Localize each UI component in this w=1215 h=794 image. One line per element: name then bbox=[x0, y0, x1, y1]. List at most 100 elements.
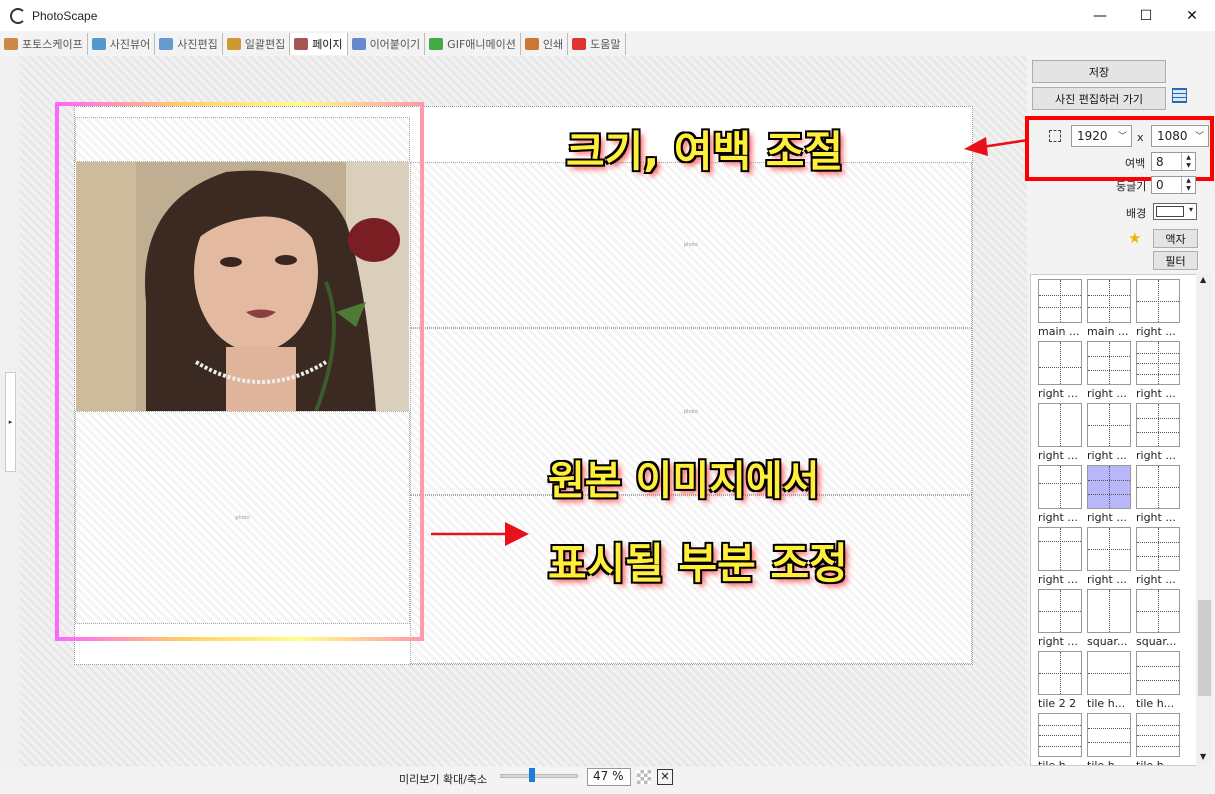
template-divider bbox=[1158, 590, 1159, 632]
annotation-size-margin: 크기, 여백 조절 bbox=[566, 127, 844, 176]
template-item[interactable]: main ... bbox=[1087, 279, 1133, 338]
maximize-button[interactable]: ☐ bbox=[1123, 0, 1169, 31]
fit-screen-icon[interactable]: ✕ bbox=[657, 769, 673, 785]
template-item[interactable]: tile h... bbox=[1087, 651, 1133, 710]
spinner-arrows-icon[interactable]: ▲ ▼ bbox=[1181, 177, 1195, 193]
template-thumbnail bbox=[1087, 713, 1131, 757]
template-item[interactable]: right ... bbox=[1087, 527, 1133, 586]
template-item[interactable]: main ... bbox=[1038, 279, 1084, 338]
selected-cell-frame[interactable] bbox=[55, 102, 424, 641]
template-label: right ... bbox=[1038, 387, 1078, 400]
annotation-line2: 표시될 부분 조정 bbox=[548, 539, 848, 588]
template-item[interactable]: right ... bbox=[1038, 465, 1084, 524]
template-item[interactable]: right ... bbox=[1087, 341, 1133, 400]
template-label: main ... bbox=[1087, 325, 1129, 338]
zoom-slider-track[interactable] bbox=[500, 774, 578, 778]
template-item[interactable]: right ... bbox=[1038, 589, 1084, 648]
round-spinner[interactable]: 0 ▲ ▼ bbox=[1151, 176, 1196, 194]
height-select[interactable]: 1080 ﹀ bbox=[1151, 125, 1209, 147]
template-item[interactable]: right ... bbox=[1038, 403, 1084, 462]
zoom-value: 47 % bbox=[587, 768, 631, 786]
page-size-icon bbox=[1049, 130, 1061, 142]
template-item[interactable]: right ... bbox=[1136, 527, 1182, 586]
tab-1[interactable]: 사진뷰어 bbox=[88, 32, 156, 55]
cell-placeholder: photo bbox=[683, 408, 699, 415]
close-button[interactable]: ✕ bbox=[1169, 0, 1215, 31]
title-bar: PhotoScape — ☐ ✕ bbox=[0, 0, 1215, 31]
save-button[interactable]: 저장 bbox=[1032, 60, 1166, 83]
template-divider bbox=[1039, 724, 1081, 726]
tab-label: 사진뷰어 bbox=[109, 37, 151, 51]
template-scrollbar-thumb[interactable] bbox=[1198, 600, 1211, 696]
scroll-down-icon[interactable]: ▼ bbox=[1200, 752, 1206, 761]
template-divider bbox=[1060, 280, 1061, 322]
template-label: main ... bbox=[1038, 325, 1080, 338]
template-item[interactable]: tile h... bbox=[1136, 651, 1182, 710]
template-label: right ... bbox=[1136, 573, 1176, 586]
filter-button[interactable]: 필터 bbox=[1153, 251, 1198, 270]
tab-icon bbox=[91, 37, 106, 50]
tab-8[interactable]: 도움말 bbox=[568, 32, 626, 55]
template-divider bbox=[1137, 555, 1179, 557]
tab-label: GIF애니메이션 bbox=[447, 37, 516, 51]
template-item[interactable]: tile h... bbox=[1038, 713, 1084, 765]
chevron-down-icon: ﹀ bbox=[1117, 132, 1127, 142]
template-item[interactable]: squar... bbox=[1136, 589, 1182, 648]
annotation-line1: 원본 이미지에서 bbox=[548, 458, 820, 504]
template-item[interactable]: right ... bbox=[1087, 403, 1133, 462]
template-divider bbox=[1060, 404, 1061, 446]
template-label: right ... bbox=[1038, 573, 1078, 586]
template-thumbnail bbox=[1038, 279, 1082, 323]
template-divider bbox=[1060, 342, 1061, 384]
tab-6[interactable]: GIF애니메이션 bbox=[425, 32, 521, 55]
margin-spinner[interactable]: 8 ▲ ▼ bbox=[1151, 152, 1196, 171]
transparency-grid-icon[interactable] bbox=[637, 770, 651, 784]
minimize-button[interactable]: — bbox=[1077, 0, 1123, 31]
zoom-label: 미리보기 확대/축소 bbox=[399, 773, 488, 786]
template-item[interactable]: right ... bbox=[1087, 465, 1133, 524]
tab-7[interactable]: 인쇄 bbox=[521, 32, 569, 55]
spinner-arrows-icon[interactable]: ▲ ▼ bbox=[1181, 153, 1195, 170]
width-select[interactable]: 1920 ﹀ bbox=[1071, 125, 1132, 147]
template-item[interactable]: right ... bbox=[1136, 341, 1182, 400]
tab-3[interactable]: 일괄편집 bbox=[223, 32, 291, 55]
template-list: main ... main ... right ... right ... right … bbox=[1030, 274, 1213, 766]
template-item[interactable]: tile h... bbox=[1136, 713, 1182, 765]
photo-cell-right-1[interactable]: photo bbox=[410, 162, 972, 328]
tab-label: 포토스케이프 bbox=[22, 37, 83, 51]
template-item[interactable]: right ... bbox=[1038, 341, 1084, 400]
template-label: right ... bbox=[1136, 325, 1176, 338]
dropdown-arrow-icon: ▾ bbox=[1188, 205, 1193, 214]
tab-0[interactable]: 포토스케이프 bbox=[0, 32, 88, 55]
template-item[interactable]: right ... bbox=[1136, 465, 1182, 524]
template-label: right ... bbox=[1038, 449, 1078, 462]
template-item[interactable]: squar... bbox=[1087, 589, 1133, 648]
frame-button[interactable]: 액자 bbox=[1153, 229, 1198, 248]
scroll-up-icon[interactable]: ▲ bbox=[1200, 275, 1206, 284]
size-separator: x bbox=[1137, 131, 1144, 144]
template-item[interactable]: tile 2 2 bbox=[1038, 651, 1084, 710]
template-divider bbox=[1060, 528, 1061, 570]
tab-label: 인쇄 bbox=[542, 37, 564, 51]
template-thumbnail bbox=[1038, 465, 1082, 509]
tab-4[interactable]: 페이지 bbox=[290, 32, 348, 55]
template-label: right ... bbox=[1087, 573, 1127, 586]
zoom-slider-thumb[interactable] bbox=[528, 768, 535, 782]
template-item[interactable]: right ... bbox=[1136, 403, 1182, 462]
template-divider bbox=[1039, 735, 1081, 736]
star-icon: ★ bbox=[1128, 229, 1142, 247]
color-swatch bbox=[1156, 206, 1184, 217]
tab-2[interactable]: 사진편집 bbox=[155, 32, 223, 55]
template-divider bbox=[1088, 479, 1130, 481]
go-to-photo-edit-button[interactable]: 사진 편집하러 가기 bbox=[1032, 87, 1166, 110]
tab-icon bbox=[4, 37, 18, 50]
template-item[interactable]: right ... bbox=[1038, 527, 1084, 586]
tab-icon bbox=[572, 37, 587, 50]
layout-list-icon[interactable] bbox=[1172, 88, 1187, 103]
left-panel-toggle[interactable]: ▸ bbox=[5, 372, 16, 472]
tab-5[interactable]: 이어붙이기 bbox=[348, 32, 426, 55]
template-label: squar... bbox=[1136, 635, 1177, 648]
background-color-picker[interactable]: ▾ bbox=[1153, 203, 1197, 220]
template-item[interactable]: tile h... bbox=[1087, 713, 1133, 765]
template-item[interactable]: right ... bbox=[1136, 279, 1182, 338]
